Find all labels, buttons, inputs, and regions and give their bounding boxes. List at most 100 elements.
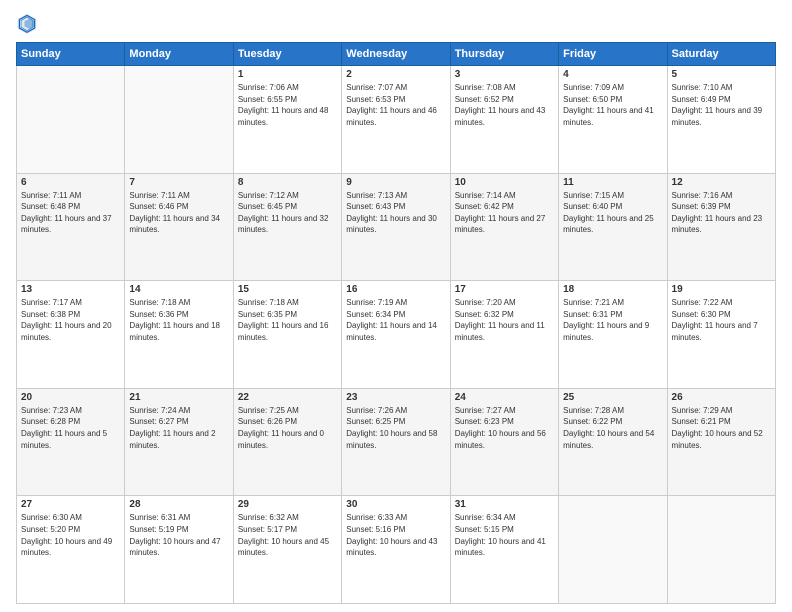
day-info: Sunrise: 7:20 AM Sunset: 6:32 PM Dayligh…: [455, 297, 554, 343]
calendar-day-cell: [17, 66, 125, 174]
day-number: 15: [238, 284, 337, 295]
day-number: 27: [21, 499, 120, 510]
calendar-day-cell: 14Sunrise: 7:18 AM Sunset: 6:36 PM Dayli…: [125, 281, 233, 389]
calendar-header-row: SundayMondayTuesdayWednesdayThursdayFrid…: [17, 43, 776, 66]
day-number: 24: [455, 392, 554, 403]
calendar-week-row: 13 Sunrise: 7:17 AM Sunset: 6:38 PM Dayli…: [17, 281, 776, 389]
calendar-week-row: 6Sunrise: 7:11 AM Sunset: 6:48 PM Daylig…: [17, 173, 776, 281]
day-number: 10: [455, 177, 554, 188]
calendar-day-cell: 4 Sunrise: 7:09 AM Sunset: 6:50 PM Daylig…: [559, 66, 667, 174]
calendar-day-cell: 30Sunrise: 6:33 AM Sunset: 5:16 PM Dayli…: [342, 496, 450, 604]
weekday-header: Monday: [125, 43, 233, 66]
weekday-header: Friday: [559, 43, 667, 66]
calendar-day-cell: 7 Sunrise: 7:11 AM Sunset: 6:46 PM Daylig…: [125, 173, 233, 281]
day-number: 25: [563, 392, 662, 403]
day-info: Sunrise: 7:16 AM Sunset: 6:39 PM Dayligh…: [672, 190, 771, 236]
calendar-day-cell: 27 Sunrise: 6:30 AM Sunset: 5:20 PM Dayli…: [17, 496, 125, 604]
day-info: Sunrise: 6:31 AM Sunset: 5:19 PM Dayligh…: [129, 512, 228, 558]
day-number: 19: [672, 284, 771, 295]
calendar-day-cell: 22Sunrise: 7:25 AM Sunset: 6:26 PM Dayli…: [233, 388, 341, 496]
day-info: Sunrise: 7:11 AM Sunset: 6:46 PM Dayligh…: [129, 190, 228, 236]
day-info: Sunrise: 7:06 AM Sunset: 6:55 PM Dayligh…: [238, 82, 337, 128]
calendar-day-cell: 10 Sunrise: 7:14 AM Sunset: 6:42 PM Dayli…: [450, 173, 558, 281]
day-number: 12: [672, 177, 771, 188]
day-number: 14: [129, 284, 228, 295]
calendar-day-cell: 2 Sunrise: 7:07 AM Sunset: 6:53 PM Daylig…: [342, 66, 450, 174]
calendar-day-cell: 24Sunrise: 7:27 AM Sunset: 6:23 PM Dayli…: [450, 388, 558, 496]
day-number: 8: [238, 177, 337, 188]
calendar-day-cell: 18 Sunrise: 7:21 AM Sunset: 6:31 PM Dayli…: [559, 281, 667, 389]
day-number: 29: [238, 499, 337, 510]
day-info: Sunrise: 7:14 AM Sunset: 6:42 PM Dayligh…: [455, 190, 554, 236]
day-number: 23: [346, 392, 445, 403]
calendar-day-cell: 1 Sunrise: 7:06 AM Sunset: 6:55 PM Daylig…: [233, 66, 341, 174]
day-info: Sunrise: 6:32 AM Sunset: 5:17 PM Dayligh…: [238, 512, 337, 558]
day-number: 26: [672, 392, 771, 403]
calendar-day-cell: 17 Sunrise: 7:20 AM Sunset: 6:32 PM Dayli…: [450, 281, 558, 389]
logo-icon: [16, 12, 38, 34]
day-info: Sunrise: 7:19 AM Sunset: 6:34 PM Dayligh…: [346, 297, 445, 343]
weekday-header: Thursday: [450, 43, 558, 66]
day-info: Sunrise: 7:12 AM Sunset: 6:45 PM Dayligh…: [238, 190, 337, 236]
calendar-table: SundayMondayTuesdayWednesdayThursdayFrid…: [16, 42, 776, 604]
day-info: Sunrise: 7:08 AM Sunset: 6:52 PM Dayligh…: [455, 82, 554, 128]
day-number: 3: [455, 69, 554, 80]
calendar-day-cell: 28 Sunrise: 6:31 AM Sunset: 5:19 PM Dayli…: [125, 496, 233, 604]
day-number: 18: [563, 284, 662, 295]
weekday-header: Tuesday: [233, 43, 341, 66]
day-info: Sunrise: 7:23 AM Sunset: 6:28 PM Dayligh…: [21, 405, 120, 451]
day-number: 9: [346, 177, 445, 188]
day-number: 6: [21, 177, 120, 188]
day-info: Sunrise: 7:07 AM Sunset: 6:53 PM Dayligh…: [346, 82, 445, 128]
calendar-day-cell: 23 Sunrise: 7:26 AM Sunset: 6:25 PM Dayli…: [342, 388, 450, 496]
day-info: Sunrise: 6:34 AM Sunset: 5:15 PM Dayligh…: [455, 512, 554, 558]
calendar-day-cell: 13 Sunrise: 7:17 AM Sunset: 6:38 PM Dayli…: [17, 281, 125, 389]
day-number: 16: [346, 284, 445, 295]
day-info: Sunrise: 7:24 AM Sunset: 6:27 PM Dayligh…: [129, 405, 228, 451]
calendar-day-cell: 29 Sunrise: 6:32 AM Sunset: 5:17 PM Dayli…: [233, 496, 341, 604]
calendar-day-cell: 3 Sunrise: 7:08 AM Sunset: 6:52 PM Daylig…: [450, 66, 558, 174]
calendar-day-cell: 11 Sunrise: 7:15 AM Sunset: 6:40 PM Dayli…: [559, 173, 667, 281]
calendar-day-cell: 6Sunrise: 7:11 AM Sunset: 6:48 PM Daylig…: [17, 173, 125, 281]
day-info: Sunrise: 7:17 AM Sunset: 6:38 PM Dayligh…: [21, 297, 120, 343]
weekday-header: Wednesday: [342, 43, 450, 66]
calendar-day-cell: 26 Sunrise: 7:29 AM Sunset: 6:21 PM Dayli…: [667, 388, 775, 496]
day-number: 30: [346, 499, 445, 510]
day-info: Sunrise: 7:10 AM Sunset: 6:49 PM Dayligh…: [672, 82, 771, 128]
day-number: 5: [672, 69, 771, 80]
weekday-header: Sunday: [17, 43, 125, 66]
calendar-day-cell: [667, 496, 775, 604]
day-number: 17: [455, 284, 554, 295]
day-info: Sunrise: 7:15 AM Sunset: 6:40 PM Dayligh…: [563, 190, 662, 236]
calendar-day-cell: 9 Sunrise: 7:13 AM Sunset: 6:43 PM Daylig…: [342, 173, 450, 281]
day-info: Sunrise: 7:13 AM Sunset: 6:43 PM Dayligh…: [346, 190, 445, 236]
day-info: Sunrise: 7:21 AM Sunset: 6:31 PM Dayligh…: [563, 297, 662, 343]
logo: [16, 12, 40, 34]
day-info: Sunrise: 7:29 AM Sunset: 6:21 PM Dayligh…: [672, 405, 771, 451]
calendar-day-cell: 19 Sunrise: 7:22 AM Sunset: 6:30 PM Dayli…: [667, 281, 775, 389]
day-info: Sunrise: 7:09 AM Sunset: 6:50 PM Dayligh…: [563, 82, 662, 128]
calendar-day-cell: [125, 66, 233, 174]
day-number: 4: [563, 69, 662, 80]
day-number: 20: [21, 392, 120, 403]
calendar-day-cell: 25 Sunrise: 7:28 AM Sunset: 6:22 PM Dayli…: [559, 388, 667, 496]
day-number: 31: [455, 499, 554, 510]
calendar-week-row: 1 Sunrise: 7:06 AM Sunset: 6:55 PM Daylig…: [17, 66, 776, 174]
calendar-day-cell: 15Sunrise: 7:18 AM Sunset: 6:35 PM Dayli…: [233, 281, 341, 389]
calendar-day-cell: 16 Sunrise: 7:19 AM Sunset: 6:34 PM Dayli…: [342, 281, 450, 389]
calendar-day-cell: 21Sunrise: 7:24 AM Sunset: 6:27 PM Dayli…: [125, 388, 233, 496]
day-number: 1: [238, 69, 337, 80]
day-number: 11: [563, 177, 662, 188]
day-number: 7: [129, 177, 228, 188]
day-info: Sunrise: 6:30 AM Sunset: 5:20 PM Dayligh…: [21, 512, 120, 558]
day-info: Sunrise: 7:22 AM Sunset: 6:30 PM Dayligh…: [672, 297, 771, 343]
day-info: Sunrise: 7:26 AM Sunset: 6:25 PM Dayligh…: [346, 405, 445, 451]
day-number: 2: [346, 69, 445, 80]
calendar-day-cell: 8 Sunrise: 7:12 AM Sunset: 6:45 PM Daylig…: [233, 173, 341, 281]
day-number: 22: [238, 392, 337, 403]
day-info: Sunrise: 7:28 AM Sunset: 6:22 PM Dayligh…: [563, 405, 662, 451]
calendar-week-row: 27 Sunrise: 6:30 AM Sunset: 5:20 PM Dayli…: [17, 496, 776, 604]
day-number: 13: [21, 284, 120, 295]
page-header: [16, 12, 776, 34]
day-number: 28: [129, 499, 228, 510]
